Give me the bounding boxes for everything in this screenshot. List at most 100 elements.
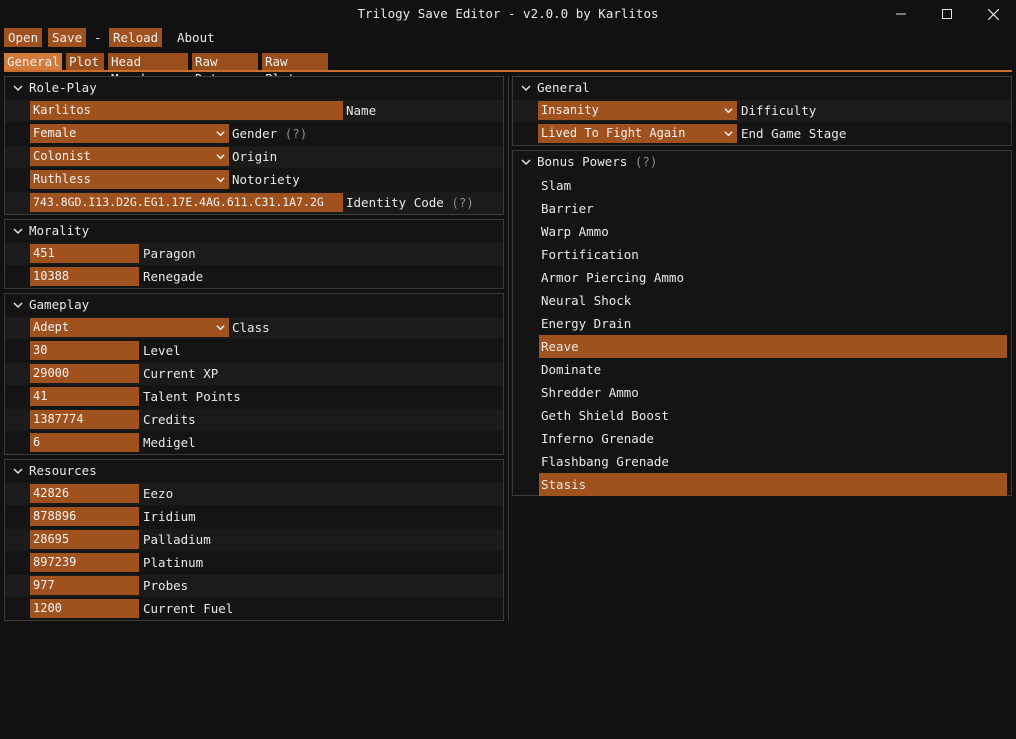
endgame-value: Lived To Fight Again: [541, 126, 686, 140]
reload-button[interactable]: Reload: [109, 28, 163, 47]
bonus-power-item[interactable]: Reave: [539, 335, 1007, 358]
chevron-down-icon: [521, 85, 531, 92]
probes-input[interactable]: 977: [30, 576, 139, 595]
save-button[interactable]: Save: [48, 28, 87, 47]
tab-raw-data[interactable]: Raw Data: [192, 53, 258, 86]
minimize-button[interactable]: [878, 0, 924, 28]
iridium-input[interactable]: 878896: [30, 507, 139, 526]
endgame-row: Lived To Fight Again End Game Stage: [513, 123, 1011, 145]
identity-help-hint[interactable]: (?): [451, 195, 474, 210]
identity-label: Identity Code (?): [346, 192, 474, 214]
endgame-select[interactable]: Lived To Fight Again: [538, 124, 737, 143]
gender-select[interactable]: Female: [30, 124, 229, 143]
credits-input[interactable]: 1387774: [30, 410, 139, 429]
talent-points-input[interactable]: 41: [30, 387, 139, 406]
resources-panel: Resources 42826 Eezo 878896 Iridium 2869…: [4, 459, 504, 621]
identity-code-input[interactable]: 743.8GD.I13.D2G.EG1.17E.4AG.611.C31.1A7.…: [30, 193, 343, 212]
gender-help-hint[interactable]: (?): [285, 126, 308, 141]
bonus-powers-title: Bonus Powers: [537, 154, 628, 169]
gameplay-header[interactable]: Gameplay: [5, 294, 503, 316]
bonus-power-item[interactable]: Geth Shield Boost: [513, 404, 1011, 427]
general-header[interactable]: General: [513, 77, 1011, 99]
tab-head-morph[interactable]: Head Morph: [108, 53, 188, 86]
eezo-label: Eezo: [143, 486, 174, 501]
tab-plot[interactable]: Plot: [66, 53, 104, 70]
maximize-icon: [942, 9, 952, 19]
notoriety-value: Ruthless: [33, 172, 91, 186]
tab-raw-plot[interactable]: Raw Plot: [262, 53, 328, 86]
palladium-input[interactable]: 28695: [30, 530, 139, 549]
bonus-power-item[interactable]: Inferno Grenade: [513, 427, 1011, 450]
xp-input[interactable]: 29000: [30, 364, 139, 383]
bonus-power-item[interactable]: Shredder Ammo: [513, 381, 1011, 404]
column-separator[interactable]: [508, 76, 509, 621]
renegade-label: Renegade: [143, 269, 204, 284]
about-button[interactable]: About: [177, 28, 215, 47]
origin-select[interactable]: Colonist: [30, 147, 229, 166]
bonus-powers-header[interactable]: Bonus Powers (?): [513, 151, 1011, 173]
bonus-power-item[interactable]: Warp Ammo: [513, 220, 1011, 243]
identity-label-text: Identity Code: [346, 195, 444, 210]
platinum-row: 897239 Platinum: [5, 552, 503, 574]
bonus-power-item[interactable]: Dominate: [513, 358, 1011, 381]
bonus-power-item[interactable]: Energy Drain: [513, 312, 1011, 335]
chevron-down-icon: [724, 108, 733, 114]
bonus-powers-panel: Bonus Powers (?) Slam Barrier Warp Ammo For…: [512, 150, 1012, 496]
chevron-down-icon: [724, 131, 733, 137]
bonus-power-item[interactable]: Neural Shock: [513, 289, 1011, 312]
general-title: General: [537, 80, 590, 95]
fuel-input[interactable]: 1200: [30, 599, 139, 618]
iridium-row: 878896 Iridium: [5, 506, 503, 528]
notoriety-select[interactable]: Ruthless: [30, 170, 229, 189]
gender-value: Female: [33, 126, 77, 140]
paragon-row: 451 Paragon: [5, 243, 503, 265]
eezo-input[interactable]: 42826: [30, 484, 139, 503]
chevron-down-icon: [216, 325, 225, 331]
xp-label: Current XP: [143, 366, 219, 381]
name-input[interactable]: Karlitos: [30, 101, 343, 120]
bonus-powers-help-hint[interactable]: (?): [635, 154, 658, 169]
roleplay-title: Role-Play: [29, 80, 97, 95]
tab-underline: [4, 70, 1012, 72]
notoriety-label: Notoriety: [232, 172, 300, 187]
open-button[interactable]: Open: [4, 28, 43, 47]
level-input[interactable]: 30: [30, 341, 139, 360]
gender-label: Gender (?): [232, 123, 307, 145]
maximize-button[interactable]: [924, 0, 970, 28]
origin-label: Origin: [232, 149, 278, 164]
paragon-input[interactable]: 451: [30, 244, 139, 263]
renegade-row: 10388 Renegade: [5, 266, 503, 288]
general-panel: General Insanity Difficulty Lived To Fig…: [512, 76, 1012, 146]
resources-title: Resources: [29, 463, 97, 478]
menu-separator: -: [94, 30, 102, 45]
minimize-icon: [896, 13, 906, 15]
tab-general[interactable]: General: [4, 53, 62, 70]
resources-header[interactable]: Resources: [5, 460, 503, 482]
class-row: Adept Class: [5, 317, 503, 339]
probes-row: 977 Probes: [5, 575, 503, 597]
bonus-power-item[interactable]: Stasis: [539, 473, 1007, 496]
bonus-power-item[interactable]: Barrier: [513, 197, 1011, 220]
probes-label: Probes: [143, 578, 189, 593]
close-button[interactable]: [970, 0, 1016, 28]
roleplay-header[interactable]: Role-Play: [5, 77, 503, 99]
notoriety-row: Ruthless Notoriety: [5, 169, 503, 191]
bonus-power-item[interactable]: Slam: [513, 174, 1011, 197]
morality-header[interactable]: Morality: [5, 220, 503, 242]
title-bar: Trilogy Save Editor - v2.0.0 by Karlitos: [0, 0, 1016, 28]
bonus-power-item[interactable]: Fortification: [513, 243, 1011, 266]
morality-panel: Morality 451 Paragon 10388 Renegade: [4, 219, 504, 289]
platinum-input[interactable]: 897239: [30, 553, 139, 572]
palladium-label: Palladium: [143, 532, 211, 547]
bonus-power-item[interactable]: Armor Piercing Ammo: [513, 266, 1011, 289]
class-label: Class: [232, 320, 270, 335]
renegade-input[interactable]: 10388: [30, 267, 139, 286]
talent-row: 41 Talent Points: [5, 386, 503, 408]
morality-title: Morality: [29, 223, 90, 238]
class-select[interactable]: Adept: [30, 318, 229, 337]
bonus-power-item[interactable]: Flashbang Grenade: [513, 450, 1011, 473]
credits-label: Credits: [143, 412, 196, 427]
palladium-row: 28695 Palladium: [5, 529, 503, 551]
difficulty-select[interactable]: Insanity: [538, 101, 737, 120]
medigel-input[interactable]: 6: [30, 433, 139, 452]
